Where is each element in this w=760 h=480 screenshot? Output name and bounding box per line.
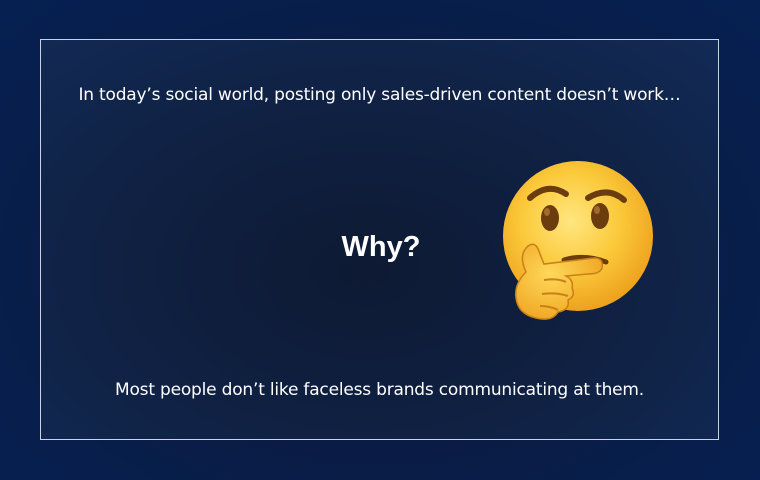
headline-why: Why? (341, 231, 421, 263)
slide-frame: In today’s social world, posting only sa… (40, 39, 719, 440)
thinking-face-icon (503, 161, 653, 320)
closing-text: Most people don’t like faceless brands c… (115, 380, 644, 400)
intro-text: In today’s social world, posting only sa… (78, 85, 681, 105)
